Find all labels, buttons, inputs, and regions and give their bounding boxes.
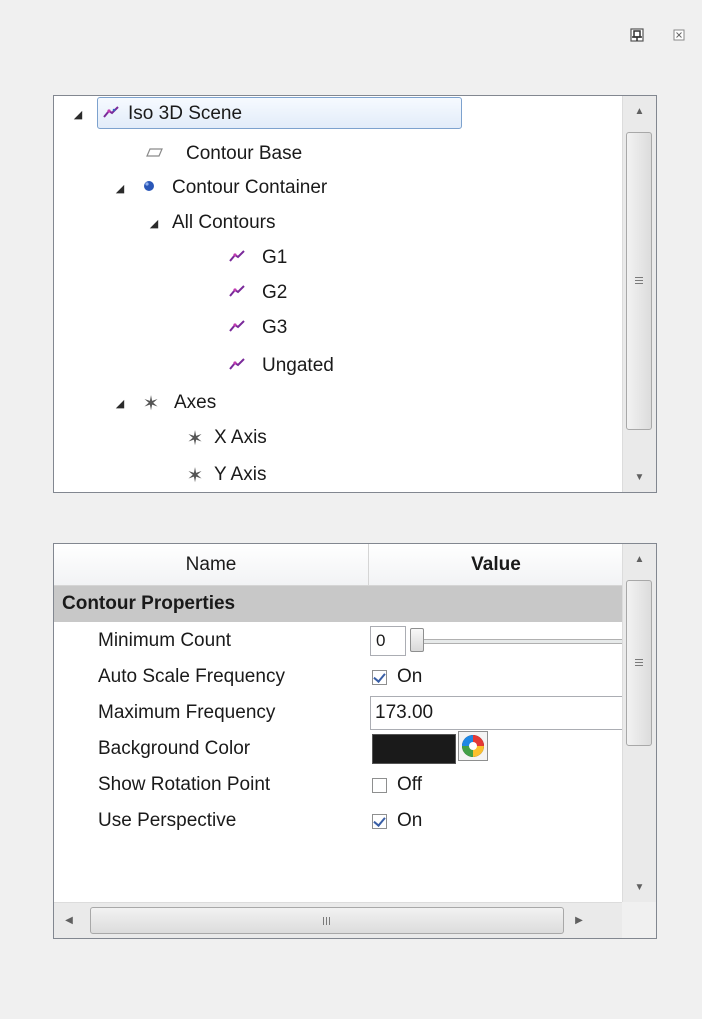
slider-thumb[interactable] — [410, 628, 424, 652]
sphere-icon — [138, 177, 160, 199]
minimum-count-slider[interactable]: 0 — [370, 623, 623, 659]
property-label: Auto Scale Frequency — [98, 666, 285, 687]
tree-item-label: Ungated — [262, 355, 334, 376]
property-label: Maximum Frequency — [98, 702, 276, 723]
tree-item-axes[interactable]: ◢ ✶ Axes — [112, 386, 216, 420]
use-perspective-checkbox[interactable]: On — [372, 803, 422, 839]
scroll-up-arrow-icon[interactable]: ▲ — [623, 544, 656, 574]
axis-icon: ✶ — [186, 427, 204, 450]
tree-item-label: Contour Container — [172, 177, 328, 198]
property-row-auto-scale-frequency[interactable]: Auto Scale Frequency On — [54, 659, 623, 695]
tree-item-g3[interactable]: G3 — [226, 311, 287, 345]
tree-item-label: Contour Base — [186, 143, 303, 164]
tree-item-iso-3d-scene[interactable]: ◢ Iso 3D Scene — [70, 97, 242, 131]
property-row-background-color[interactable]: Background Color — [54, 731, 623, 767]
checkbox-checked-icon[interactable] — [372, 813, 387, 829]
tree-item-contour-base[interactable]: Contour Base — [144, 137, 302, 171]
checkbox-value: On — [397, 810, 423, 831]
gate-icon — [226, 247, 248, 269]
scroll-right-arrow-icon[interactable]: ▶ — [564, 903, 594, 938]
property-grid[interactable]: Name Value Contour Properties Minimum Co… — [53, 543, 657, 939]
tree-item-label: All Contours — [172, 212, 276, 233]
scrollbar-thumb[interactable] — [626, 132, 652, 430]
property-label: Show Rotation Point — [98, 774, 271, 795]
color-swatch[interactable] — [372, 734, 456, 764]
tree-item-ungated[interactable]: Ungated — [226, 349, 334, 383]
property-row-minimum-count[interactable]: Minimum Count 0 — [54, 623, 623, 659]
property-label: Minimum Count — [98, 630, 232, 651]
checkbox-value: Off — [397, 774, 422, 795]
minimum-count-input[interactable]: 0 — [370, 626, 406, 656]
tree-vertical-scrollbar[interactable]: ▲ ▼ — [622, 96, 656, 492]
scroll-left-arrow-icon[interactable]: ◀ — [54, 903, 84, 938]
gate-icon — [226, 282, 248, 304]
category-contour-properties[interactable]: Contour Properties — [54, 586, 623, 622]
tree-item-g2[interactable]: G2 — [226, 276, 287, 310]
tree-item-contour-container[interactable]: ◢ Contour Container — [112, 171, 328, 205]
grid-header: Name Value — [54, 544, 623, 586]
gate-icon — [226, 355, 248, 377]
scrollbar-thumb[interactable] — [90, 907, 564, 934]
property-row-show-rotation-point[interactable]: Show Rotation Point Off — [54, 767, 623, 803]
tree-item-y-axis[interactable]: ✶ Y Axis — [184, 458, 267, 492]
tree-item-g1[interactable]: G1 — [226, 241, 287, 275]
axes-icon: ✶ — [142, 392, 160, 415]
tree-item-all-contours[interactable]: ◢ All Contours — [146, 206, 276, 240]
checkbox-checked-icon[interactable] — [372, 669, 387, 685]
tree-item-label: G3 — [262, 317, 288, 338]
expand-triangle-icon[interactable]: ◢ — [146, 217, 162, 230]
name-column-header[interactable]: Name — [54, 544, 369, 585]
scrollbar-corner — [622, 902, 656, 938]
scene-icon — [100, 103, 122, 125]
grid-horizontal-scrollbar[interactable]: ◀ ▶ — [54, 902, 623, 938]
scroll-up-arrow-icon[interactable]: ▲ — [623, 96, 656, 126]
show-rotation-point-checkbox[interactable]: Off — [372, 767, 422, 803]
property-row-use-perspective[interactable]: Use Perspective On — [54, 803, 623, 839]
tree-item-label: X Axis — [214, 427, 267, 448]
grid-vertical-scrollbar[interactable]: ▲ ▼ — [622, 544, 656, 902]
auto-scale-frequency-checkbox[interactable]: On — [372, 659, 422, 695]
tree-item-label: G1 — [262, 247, 288, 268]
close-icon[interactable] — [672, 28, 686, 42]
scroll-down-arrow-icon[interactable]: ▼ — [623, 872, 656, 902]
maximum-frequency-input[interactable]: 173.00 — [370, 696, 623, 730]
checkbox-value: On — [397, 666, 423, 687]
tree-item-x-axis[interactable]: ✶ X Axis — [184, 421, 267, 455]
property-label: Use Perspective — [98, 810, 237, 831]
plane-icon — [144, 143, 166, 165]
scroll-down-arrow-icon[interactable]: ▼ — [623, 462, 656, 492]
pin-icon[interactable] — [630, 28, 644, 42]
property-label: Background Color — [98, 738, 251, 759]
tree-item-label: Axes — [174, 392, 217, 413]
properties-pane: { "pane": { "pin_icon": "pin-icon", "clo… — [0, 0, 702, 1019]
expand-triangle-icon[interactable]: ◢ — [70, 108, 86, 121]
gate-icon — [226, 317, 248, 339]
expand-triangle-icon[interactable]: ◢ — [112, 397, 128, 410]
color-wheel-icon[interactable] — [458, 731, 488, 767]
tree-item-label: G2 — [262, 282, 288, 303]
checkbox-unchecked-icon[interactable] — [372, 777, 387, 793]
background-color-picker[interactable] — [372, 731, 488, 767]
tree-item-label: Iso 3D Scene — [128, 103, 243, 124]
property-row-maximum-frequency[interactable]: Maximum Frequency 173.00 — [54, 695, 623, 731]
axis-icon: ✶ — [186, 464, 204, 487]
scrollbar-thumb[interactable] — [626, 580, 652, 746]
slider-track[interactable] — [418, 639, 623, 644]
expand-triangle-icon[interactable]: ◢ — [112, 182, 128, 195]
value-column-header[interactable]: Value — [369, 544, 623, 585]
tree-item-label: Y Axis — [214, 464, 267, 485]
